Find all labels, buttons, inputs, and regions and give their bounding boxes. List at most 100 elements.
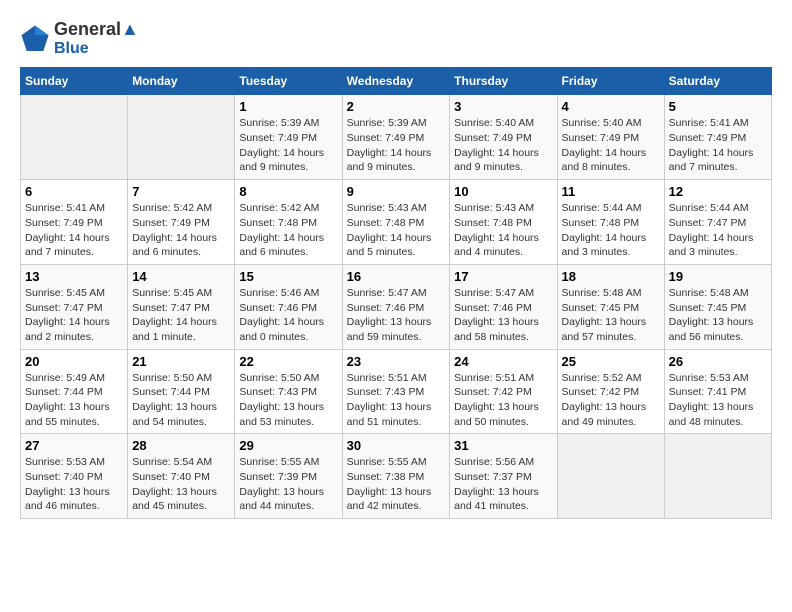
weekday-header-monday: Monday: [128, 68, 235, 95]
day-info: Sunrise: 5:39 AM Sunset: 7:49 PM Dayligh…: [239, 116, 337, 175]
day-number: 6: [25, 184, 123, 199]
day-info: Sunrise: 5:50 AM Sunset: 7:43 PM Dayligh…: [239, 371, 337, 430]
calendar-cell: 29Sunrise: 5:55 AM Sunset: 7:39 PM Dayli…: [235, 434, 342, 519]
day-info: Sunrise: 5:46 AM Sunset: 7:46 PM Dayligh…: [239, 286, 337, 345]
calendar-cell: 25 Sunrise: 5:52 AM Sunset: 7:42 PM Dayli…: [557, 349, 664, 434]
calendar-week-row: 1 Sunrise: 5:39 AM Sunset: 7:49 PM Daylig…: [21, 95, 772, 180]
day-number: 20: [25, 354, 123, 369]
calendar-cell: [664, 434, 771, 519]
calendar-cell: 10 Sunrise: 5:43 AM Sunset: 7:48 PM Dayli…: [450, 180, 557, 265]
day-info: Sunrise: 5:45 AM Sunset: 7:47 PM Dayligh…: [132, 286, 230, 345]
day-number: 29: [239, 438, 337, 453]
calendar-week-row: 13 Sunrise: 5:45 AM Sunset: 7:47 PM Dayli…: [21, 264, 772, 349]
calendar-cell: 9Sunrise: 5:43 AM Sunset: 7:48 PM Daylig…: [342, 180, 450, 265]
day-info: Sunrise: 5:47 AM Sunset: 7:46 PM Dayligh…: [454, 286, 552, 345]
day-number: 13: [25, 269, 123, 284]
day-info: Sunrise: 5:44 AM Sunset: 7:47 PM Dayligh…: [669, 201, 767, 260]
day-number: 17: [454, 269, 552, 284]
day-info: Sunrise: 5:42 AM Sunset: 7:49 PM Dayligh…: [132, 201, 230, 260]
day-info: Sunrise: 5:49 AM Sunset: 7:44 PM Dayligh…: [25, 371, 123, 430]
calendar-cell: [21, 95, 128, 180]
day-number: 31: [454, 438, 552, 453]
calendar-week-row: 27 Sunrise: 5:53 AM Sunset: 7:40 PM Dayli…: [21, 434, 772, 519]
day-number: 4: [562, 99, 660, 114]
day-info: Sunrise: 5:51 AM Sunset: 7:42 PM Dayligh…: [454, 371, 552, 430]
calendar-cell: 14 Sunrise: 5:45 AM Sunset: 7:47 PM Dayli…: [128, 264, 235, 349]
day-number: 30: [347, 438, 446, 453]
day-info: Sunrise: 5:41 AM Sunset: 7:49 PM Dayligh…: [25, 201, 123, 260]
calendar-cell: 27 Sunrise: 5:53 AM Sunset: 7:40 PM Dayli…: [21, 434, 128, 519]
calendar-cell: [128, 95, 235, 180]
day-number: 27: [25, 438, 123, 453]
calendar-cell: 26Sunrise: 5:53 AM Sunset: 7:41 PM Dayli…: [664, 349, 771, 434]
calendar-cell: 5 Sunrise: 5:41 AM Sunset: 7:49 PM Daylig…: [664, 95, 771, 180]
weekday-header-tuesday: Tuesday: [235, 68, 342, 95]
day-info: Sunrise: 5:53 AM Sunset: 7:40 PM Dayligh…: [25, 455, 123, 514]
day-info: Sunrise: 5:47 AM Sunset: 7:46 PM Dayligh…: [347, 286, 446, 345]
logo-text: General▲ Blue: [54, 20, 139, 57]
calendar-cell: 15 Sunrise: 5:46 AM Sunset: 7:46 PM Dayli…: [235, 264, 342, 349]
calendar-cell: 21Sunrise: 5:50 AM Sunset: 7:44 PM Dayli…: [128, 349, 235, 434]
day-info: Sunrise: 5:43 AM Sunset: 7:48 PM Dayligh…: [347, 201, 446, 260]
day-number: 7: [132, 184, 230, 199]
day-info: Sunrise: 5:48 AM Sunset: 7:45 PM Dayligh…: [669, 286, 767, 345]
calendar-cell: 3 Sunrise: 5:40 AM Sunset: 7:49 PM Daylig…: [450, 95, 557, 180]
calendar-cell: 19 Sunrise: 5:48 AM Sunset: 7:45 PM Dayli…: [664, 264, 771, 349]
day-info: Sunrise: 5:43 AM Sunset: 7:48 PM Dayligh…: [454, 201, 552, 260]
weekday-header-sunday: Sunday: [21, 68, 128, 95]
day-number: 21: [132, 354, 230, 369]
page-header: General▲ Blue: [20, 20, 772, 57]
calendar-cell: 4Sunrise: 5:40 AM Sunset: 7:49 PM Daylig…: [557, 95, 664, 180]
day-info: Sunrise: 5:44 AM Sunset: 7:48 PM Dayligh…: [562, 201, 660, 260]
day-info: Sunrise: 5:55 AM Sunset: 7:38 PM Dayligh…: [347, 455, 446, 514]
calendar-cell: 31 Sunrise: 5:56 AM Sunset: 7:37 PM Dayli…: [450, 434, 557, 519]
calendar-cell: 8 Sunrise: 5:42 AM Sunset: 7:48 PM Daylig…: [235, 180, 342, 265]
day-number: 14: [132, 269, 230, 284]
calendar-cell: 23 Sunrise: 5:51 AM Sunset: 7:43 PM Dayli…: [342, 349, 450, 434]
calendar-cell: 24Sunrise: 5:51 AM Sunset: 7:42 PM Dayli…: [450, 349, 557, 434]
calendar-cell: [557, 434, 664, 519]
calendar-cell: 30 Sunrise: 5:55 AM Sunset: 7:38 PM Dayli…: [342, 434, 450, 519]
calendar-cell: 1 Sunrise: 5:39 AM Sunset: 7:49 PM Daylig…: [235, 95, 342, 180]
day-info: Sunrise: 5:42 AM Sunset: 7:48 PM Dayligh…: [239, 201, 337, 260]
calendar-cell: 11 Sunrise: 5:44 AM Sunset: 7:48 PM Dayli…: [557, 180, 664, 265]
day-number: 11: [562, 184, 660, 199]
day-number: 25: [562, 354, 660, 369]
day-number: 19: [669, 269, 767, 284]
day-info: Sunrise: 5:53 AM Sunset: 7:41 PM Dayligh…: [669, 371, 767, 430]
calendar-cell: 6 Sunrise: 5:41 AM Sunset: 7:49 PM Daylig…: [21, 180, 128, 265]
day-info: Sunrise: 5:56 AM Sunset: 7:37 PM Dayligh…: [454, 455, 552, 514]
day-number: 8: [239, 184, 337, 199]
day-number: 15: [239, 269, 337, 284]
day-number: 12: [669, 184, 767, 199]
day-number: 23: [347, 354, 446, 369]
calendar-cell: 18 Sunrise: 5:48 AM Sunset: 7:45 PM Dayli…: [557, 264, 664, 349]
calendar-cell: 20 Sunrise: 5:49 AM Sunset: 7:44 PM Dayli…: [21, 349, 128, 434]
day-number: 18: [562, 269, 660, 284]
day-number: 22: [239, 354, 337, 369]
calendar-cell: 22 Sunrise: 5:50 AM Sunset: 7:43 PM Dayli…: [235, 349, 342, 434]
logo-icon: [20, 24, 50, 54]
day-info: Sunrise: 5:51 AM Sunset: 7:43 PM Dayligh…: [347, 371, 446, 430]
day-info: Sunrise: 5:41 AM Sunset: 7:49 PM Dayligh…: [669, 116, 767, 175]
day-info: Sunrise: 5:40 AM Sunset: 7:49 PM Dayligh…: [454, 116, 552, 175]
day-info: Sunrise: 5:39 AM Sunset: 7:49 PM Dayligh…: [347, 116, 446, 175]
calendar-cell: 17 Sunrise: 5:47 AM Sunset: 7:46 PM Dayli…: [450, 264, 557, 349]
weekday-header-friday: Friday: [557, 68, 664, 95]
calendar-week-row: 6 Sunrise: 5:41 AM Sunset: 7:49 PM Daylig…: [21, 180, 772, 265]
calendar-cell: 7 Sunrise: 5:42 AM Sunset: 7:49 PM Daylig…: [128, 180, 235, 265]
day-number: 16: [347, 269, 446, 284]
calendar-cell: 16 Sunrise: 5:47 AM Sunset: 7:46 PM Dayli…: [342, 264, 450, 349]
day-info: Sunrise: 5:54 AM Sunset: 7:40 PM Dayligh…: [132, 455, 230, 514]
calendar-cell: 12 Sunrise: 5:44 AM Sunset: 7:47 PM Dayli…: [664, 180, 771, 265]
day-number: 1: [239, 99, 337, 114]
day-number: 10: [454, 184, 552, 199]
logo: General▲ Blue: [20, 20, 139, 57]
day-info: Sunrise: 5:52 AM Sunset: 7:42 PM Dayligh…: [562, 371, 660, 430]
day-number: 3: [454, 99, 552, 114]
day-number: 5: [669, 99, 767, 114]
day-info: Sunrise: 5:45 AM Sunset: 7:47 PM Dayligh…: [25, 286, 123, 345]
calendar-week-row: 20 Sunrise: 5:49 AM Sunset: 7:44 PM Dayli…: [21, 349, 772, 434]
weekday-header-wednesday: Wednesday: [342, 68, 450, 95]
day-info: Sunrise: 5:48 AM Sunset: 7:45 PM Dayligh…: [562, 286, 660, 345]
